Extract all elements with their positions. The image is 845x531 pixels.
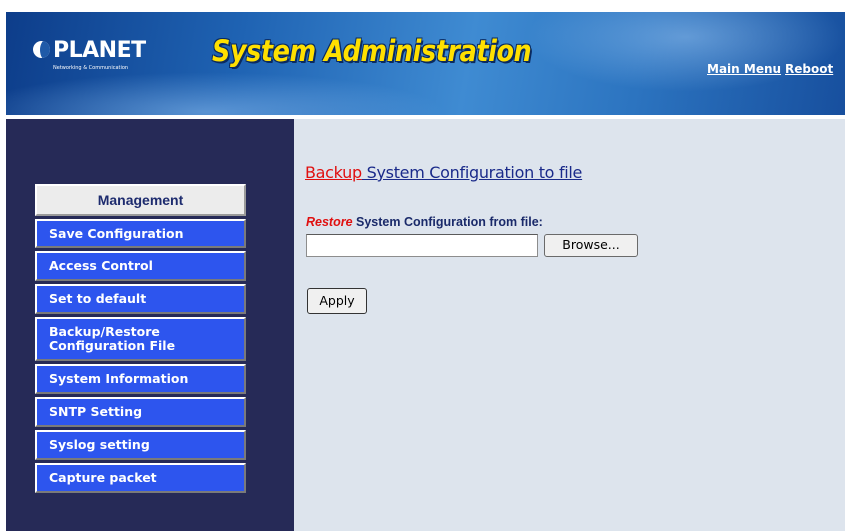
menu-item-backup-restore[interactable]: Backup/Restore Configuration File xyxy=(35,317,246,361)
menu-item-label: Backup/Restore Configuration File xyxy=(49,324,176,353)
restore-keyword: Restore xyxy=(306,215,353,229)
menu-item-label: SNTP Setting xyxy=(49,404,143,419)
menu-item-sntp-setting[interactable]: SNTP Setting xyxy=(35,397,246,427)
planet-logo-icon xyxy=(33,41,50,58)
backup-heading: Backup System Configuration to file xyxy=(305,163,582,182)
menu-item-label: Save Configuration xyxy=(49,225,184,241)
logo-subtext: Networking & Communication xyxy=(53,65,129,71)
logo-text: PLANET xyxy=(53,38,146,63)
backup-heading-text: System Configuration to file xyxy=(361,163,583,182)
menu-item-system-information[interactable]: System Information xyxy=(35,364,246,394)
menu-item-label: Syslog setting xyxy=(49,437,150,452)
menu-item-label: Capture packet xyxy=(49,470,157,485)
menu-item-syslog-setting[interactable]: Syslog setting xyxy=(35,430,246,460)
sidebar: Management Save Configuration Access Con… xyxy=(6,119,294,531)
menu-item-save-configuration[interactable]: Save Configuration xyxy=(35,219,246,248)
menu-item-access-control[interactable]: Access Control xyxy=(35,251,246,281)
main-menu-link[interactable]: Main Menu xyxy=(707,62,781,76)
menu-header-management: Management xyxy=(35,184,246,216)
top-nav: Main Menu Reboot xyxy=(707,62,833,76)
header-banner: PLANET Networking & Communication System… xyxy=(6,12,845,115)
menu-item-label: Access Control xyxy=(49,258,153,273)
menu-item-capture-packet[interactable]: Capture packet xyxy=(35,463,246,493)
restore-label: Restore System Configuration from file: xyxy=(306,215,543,229)
backup-link[interactable]: Backup xyxy=(305,163,362,182)
restore-file-input[interactable] xyxy=(306,234,538,257)
main-content: Backup System Configuration to file Rest… xyxy=(294,119,845,531)
page-title: System Administration xyxy=(212,34,532,68)
management-menu: Management Save Configuration Access Con… xyxy=(35,184,246,493)
menu-item-label: System Information xyxy=(49,371,189,386)
menu-item-label: Set to default xyxy=(49,291,147,306)
apply-button[interactable]: Apply xyxy=(307,288,367,314)
browse-button[interactable]: Browse... xyxy=(544,234,638,257)
restore-label-text: System Configuration from file: xyxy=(352,215,543,229)
menu-item-set-to-default[interactable]: Set to default xyxy=(35,284,246,314)
reboot-link[interactable]: Reboot xyxy=(785,62,833,76)
